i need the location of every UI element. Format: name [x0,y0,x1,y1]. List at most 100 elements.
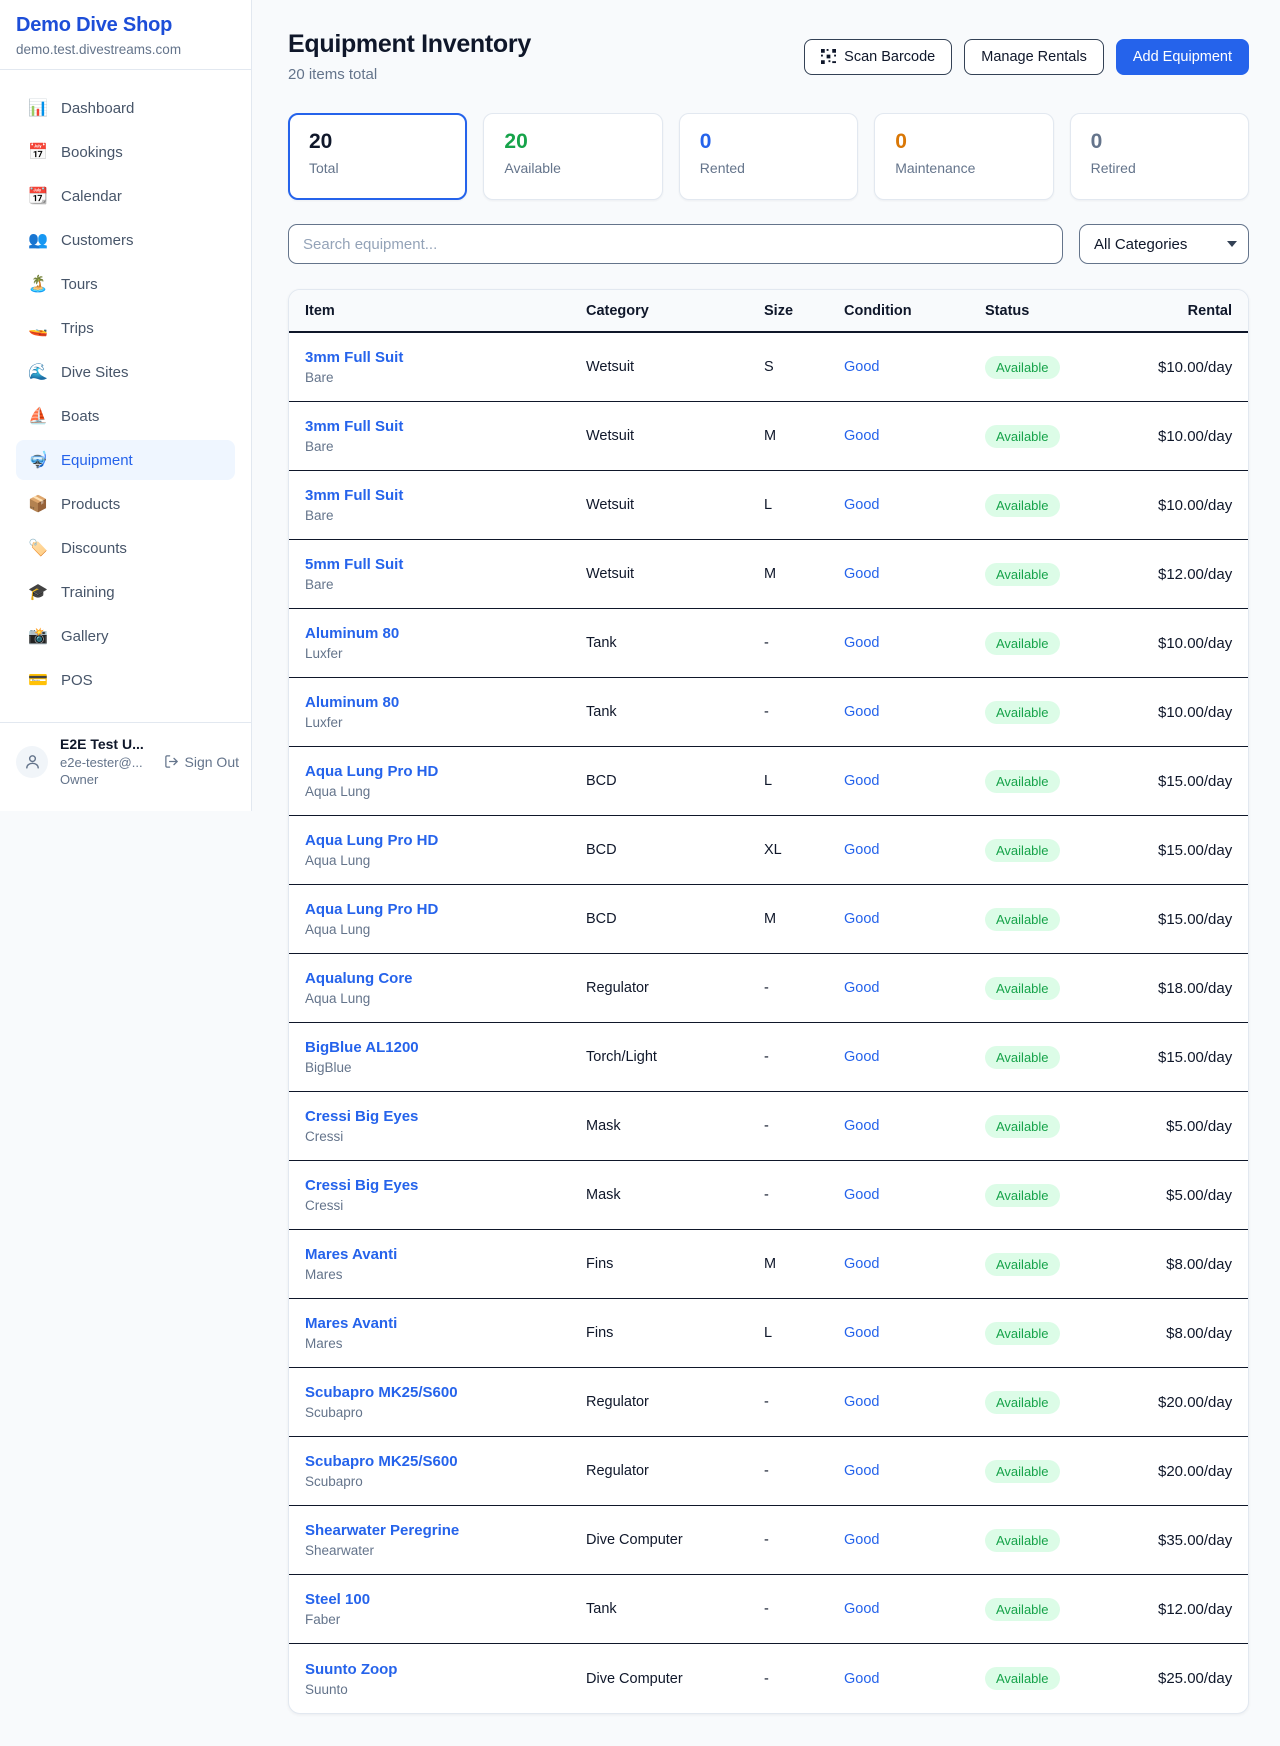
sign-out-button[interactable]: Sign Out [164,754,239,770]
table-row[interactable]: 3mm Full Suit Bare Wetsuit M Good Availa… [289,402,1248,471]
sidebar-item-tours[interactable]: 🏝️ Tours [16,264,235,304]
sidebar-item-trips[interactable]: 🚤 Trips [16,308,235,348]
table-row[interactable]: Aluminum 80 Luxfer Tank - Good Available… [289,678,1248,747]
item-condition-link[interactable]: Good [844,842,985,858]
item-condition-link[interactable]: Good [844,1118,985,1134]
table-row[interactable]: Aluminum 80 Luxfer Tank - Good Available… [289,609,1248,678]
status-badge: Available [985,1391,1060,1414]
status-badge: Available [985,563,1060,586]
item-rental-price: $12.00/day [1158,1601,1232,1618]
sidebar-item-calendar[interactable]: 📆 Calendar [16,176,235,216]
sidebar-item-dive-sites[interactable]: 🌊 Dive Sites [16,352,235,392]
stat-card-retired[interactable]: 0 Retired [1070,113,1249,200]
item-name-link[interactable]: Scubapro MK25/S600 [305,1453,586,1470]
barcode-icon [821,49,836,64]
item-size: - [764,1532,844,1548]
item-condition-link[interactable]: Good [844,704,985,720]
item-condition-link[interactable]: Good [844,1532,985,1548]
item-brand: Aqua Lung [305,784,586,799]
item-condition-link[interactable]: Good [844,1187,985,1203]
trips-icon: 🚤 [28,318,48,338]
item-rental-price: $8.00/day [1158,1325,1232,1342]
stat-card-maintenance[interactable]: 0 Maintenance [874,113,1053,200]
item-name-link[interactable]: Aqua Lung Pro HD [305,901,586,918]
item-condition-link[interactable]: Good [844,359,985,375]
item-condition-link[interactable]: Good [844,566,985,582]
table-row[interactable]: Mares Avanti Mares Fins M Good Available… [289,1230,1248,1299]
item-condition-link[interactable]: Good [844,635,985,651]
item-name-link[interactable]: Aqua Lung Pro HD [305,763,586,780]
table-row[interactable]: Aqua Lung Pro HD Aqua Lung BCD XL Good A… [289,816,1248,885]
add-equipment-button[interactable]: Add Equipment [1116,39,1249,75]
sidebar-item-discounts[interactable]: 🏷️ Discounts [16,528,235,568]
category-select[interactable]: All Categories [1079,224,1249,264]
item-condition-link[interactable]: Good [844,911,985,927]
item-condition-link[interactable]: Good [844,1394,985,1410]
stat-card-available[interactable]: 20 Available [483,113,662,200]
table-row[interactable]: Aqualung Core Aqua Lung Regulator - Good… [289,954,1248,1023]
table-row[interactable]: Cressi Big Eyes Cressi Mask - Good Avail… [289,1092,1248,1161]
table-row[interactable]: Aqua Lung Pro HD Aqua Lung BCD M Good Av… [289,885,1248,954]
item-condition-link[interactable]: Good [844,1049,985,1065]
table-row[interactable]: Suunto Zoop Suunto Dive Computer - Good … [289,1644,1248,1713]
item-condition-link[interactable]: Good [844,1463,985,1479]
scan-barcode-button[interactable]: Scan Barcode [804,39,952,75]
item-name-link[interactable]: Steel 100 [305,1591,586,1608]
search-input[interactable] [288,224,1063,264]
item-condition-link[interactable]: Good [844,980,985,996]
table-row[interactable]: Aqua Lung Pro HD Aqua Lung BCD L Good Av… [289,747,1248,816]
stat-card-rented[interactable]: 0 Rented [679,113,858,200]
main-content: Equipment Inventory 20 items total Scan … [252,0,1280,1746]
sidebar-item-training[interactable]: 🎓 Training [16,572,235,612]
table-row[interactable]: Scubapro MK25/S600 Scubapro Regulator - … [289,1368,1248,1437]
table-row[interactable]: 5mm Full Suit Bare Wetsuit M Good Availa… [289,540,1248,609]
table-row[interactable]: Shearwater Peregrine Shearwater Dive Com… [289,1506,1248,1575]
item-name-link[interactable]: 5mm Full Suit [305,556,586,573]
item-name-link[interactable]: Scubapro MK25/S600 [305,1384,586,1401]
item-name-link[interactable]: Mares Avanti [305,1246,586,1263]
item-name-link[interactable]: Suunto Zoop [305,1661,586,1678]
item-name-link[interactable]: Aluminum 80 [305,694,586,711]
item-category: BCD [586,773,764,789]
brand-domain: demo.test.divestreams.com [16,42,235,57]
table-row[interactable]: Cressi Big Eyes Cressi Mask - Good Avail… [289,1161,1248,1230]
manage-rentals-button[interactable]: Manage Rentals [964,39,1104,75]
table-row[interactable]: 3mm Full Suit Bare Wetsuit L Good Availa… [289,471,1248,540]
sidebar-item-gallery[interactable]: 📸 Gallery [16,616,235,656]
item-name-link[interactable]: 3mm Full Suit [305,418,586,435]
stat-value-available: 20 [504,130,641,154]
table-row[interactable]: Steel 100 Faber Tank - Good Available $1… [289,1575,1248,1644]
table-row[interactable]: BigBlue AL1200 BigBlue Torch/Light - Goo… [289,1023,1248,1092]
item-name-link[interactable]: Aqualung Core [305,970,586,987]
item-condition-link[interactable]: Good [844,497,985,513]
item-name-link[interactable]: Aqua Lung Pro HD [305,832,586,849]
item-name-link[interactable]: Shearwater Peregrine [305,1522,586,1539]
item-condition-link[interactable]: Good [844,1325,985,1341]
item-name-link[interactable]: BigBlue AL1200 [305,1039,586,1056]
item-category: Wetsuit [586,359,764,375]
stat-card-total[interactable]: 20 Total [288,113,467,200]
item-condition-link[interactable]: Good [844,1601,985,1617]
item-name-link[interactable]: 3mm Full Suit [305,349,586,366]
sidebar-item-dashboard[interactable]: 📊 Dashboard [16,88,235,128]
item-name-link[interactable]: Aluminum 80 [305,625,586,642]
item-condition-link[interactable]: Good [844,1256,985,1272]
table-row[interactable]: Mares Avanti Mares Fins L Good Available… [289,1299,1248,1368]
sidebar-item-pos[interactable]: 💳 POS [16,660,235,700]
sidebar-item-products[interactable]: 📦 Products [16,484,235,524]
sidebar-item-equipment[interactable]: 🤿 Equipment [16,440,235,480]
sidebar-item-customers[interactable]: 👥 Customers [16,220,235,260]
sidebar-item-boats[interactable]: ⛵ Boats [16,396,235,436]
table-row[interactable]: Scubapro MK25/S600 Scubapro Regulator - … [289,1437,1248,1506]
item-condition-link[interactable]: Good [844,773,985,789]
item-name-link[interactable]: 3mm Full Suit [305,487,586,504]
item-name-link[interactable]: Cressi Big Eyes [305,1108,586,1125]
item-name-link[interactable]: Mares Avanti [305,1315,586,1332]
tours-icon: 🏝️ [28,274,48,294]
category-select-wrap: All Categories [1079,224,1249,264]
table-row[interactable]: 3mm Full Suit Bare Wetsuit S Good Availa… [289,333,1248,402]
item-condition-link[interactable]: Good [844,1671,985,1687]
sidebar-item-bookings[interactable]: 📅 Bookings [16,132,235,172]
item-condition-link[interactable]: Good [844,428,985,444]
item-name-link[interactable]: Cressi Big Eyes [305,1177,586,1194]
